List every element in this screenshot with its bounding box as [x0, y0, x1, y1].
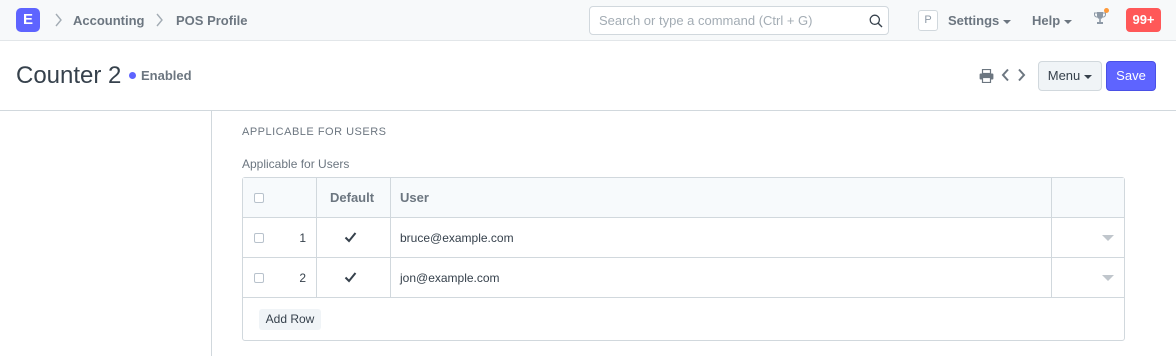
user-cell[interactable]: jon@example.com	[400, 271, 500, 285]
chevron-right-icon[interactable]	[1017, 68, 1026, 82]
page-head: Counter 2 Enabled Menu Save	[0, 41, 1176, 111]
caret-down-icon	[1084, 74, 1093, 79]
search-icon[interactable]	[869, 14, 883, 28]
column-divider	[1051, 178, 1052, 218]
settings-menu[interactable]: Settings	[948, 13, 1012, 28]
row-edit-caret-icon[interactable]	[1102, 235, 1114, 241]
breadcrumb-accounting[interactable]: Accounting	[73, 13, 145, 28]
menu-button[interactable]: Menu	[1038, 61, 1102, 91]
status-label: Enabled	[141, 68, 192, 83]
notification-badge[interactable]: 99+	[1126, 8, 1161, 32]
page-title: Counter 2	[16, 62, 122, 89]
table-row[interactable]: 1 bruce@example.com	[243, 218, 1124, 258]
app-logo[interactable]: E	[16, 8, 40, 32]
table-header-row: Default User	[243, 178, 1124, 218]
select-all-checkbox[interactable]	[254, 193, 264, 203]
header-user: User	[400, 190, 429, 205]
help-label: Help	[1032, 13, 1061, 28]
check-icon	[344, 232, 357, 243]
column-divider	[316, 258, 317, 298]
settings-label: Settings	[948, 13, 1000, 28]
trophy-icon[interactable]	[1093, 11, 1107, 25]
status-indicator	[129, 72, 136, 79]
check-icon	[344, 272, 357, 283]
sidebar-divider	[211, 111, 212, 356]
section-title: APPLICABLE FOR USERS	[242, 126, 387, 138]
save-button[interactable]: Save	[1106, 61, 1156, 91]
caret-down-icon	[1064, 19, 1073, 24]
chevron-right-icon	[55, 13, 62, 27]
row-checkbox[interactable]	[254, 273, 264, 283]
column-divider	[316, 218, 317, 258]
printer-icon[interactable]	[979, 69, 994, 83]
header-default: Default	[330, 190, 375, 205]
caret-down-icon	[1003, 19, 1012, 24]
breadcrumb-pos-profile[interactable]: POS Profile	[176, 13, 248, 28]
chevron-right-icon	[156, 13, 163, 27]
column-divider	[390, 258, 391, 298]
column-divider	[1051, 258, 1052, 298]
row-checkbox[interactable]	[254, 233, 264, 243]
user-cell[interactable]: bruce@example.com	[400, 231, 514, 245]
row-index: 1	[299, 231, 306, 245]
navbar: E Accounting POS Profile P Settings Help…	[0, 0, 1176, 41]
table-row[interactable]: 2 jon@example.com	[243, 258, 1124, 298]
column-divider	[1051, 218, 1052, 258]
users-table: Default User 1 bruce@example.com 2 jon@e…	[242, 177, 1125, 341]
help-menu[interactable]: Help	[1032, 13, 1073, 28]
column-divider	[390, 218, 391, 258]
search-box	[589, 6, 889, 35]
chevron-left-icon[interactable]	[1001, 68, 1010, 82]
row-index: 2	[299, 271, 306, 285]
avatar[interactable]: P	[918, 10, 938, 31]
column-divider	[316, 178, 317, 218]
menu-label: Menu	[1047, 68, 1081, 83]
row-edit-caret-icon[interactable]	[1102, 275, 1114, 281]
notification-dot	[1104, 8, 1109, 13]
add-row-button[interactable]: Add Row	[259, 309, 321, 330]
search-input[interactable]	[590, 7, 860, 34]
column-divider	[390, 178, 391, 218]
field-label: Applicable for Users	[242, 157, 350, 171]
